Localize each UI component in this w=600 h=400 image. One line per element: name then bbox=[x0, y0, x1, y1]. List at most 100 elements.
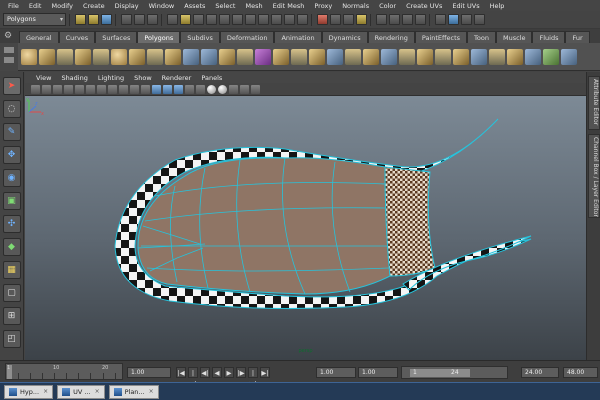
snap-grid-icon[interactable] bbox=[167, 14, 178, 25]
shadows-icon[interactable] bbox=[207, 84, 216, 94]
film-gate-icon[interactable] bbox=[86, 84, 95, 94]
append-polygon-icon[interactable] bbox=[309, 49, 325, 65]
menu-edit[interactable]: Edit bbox=[24, 2, 47, 10]
poke-faces-icon[interactable] bbox=[435, 49, 451, 65]
select-hierarchy-icon[interactable] bbox=[121, 14, 132, 25]
step-forward-key-button[interactable]: |▶| bbox=[248, 367, 258, 388]
live-surface-icon[interactable] bbox=[219, 14, 230, 25]
pick-deformers-icon[interactable] bbox=[297, 14, 308, 25]
boolean-icon[interactable] bbox=[255, 49, 271, 65]
panel-menu-panels[interactable]: Panels bbox=[196, 74, 227, 82]
pick-joints-icon[interactable] bbox=[258, 14, 269, 25]
show-attribute-editor-icon[interactable] bbox=[448, 14, 459, 25]
extract-icon[interactable] bbox=[219, 49, 235, 65]
pick-curves-icon[interactable] bbox=[271, 14, 282, 25]
max-end-field[interactable]: 48.00 bbox=[563, 367, 598, 378]
tab-subdivs[interactable]: Subdivs bbox=[180, 31, 220, 43]
tab-painteffects[interactable]: PaintEffects bbox=[414, 31, 468, 43]
gear-icon[interactable]: ⚙ bbox=[4, 31, 14, 41]
spherical-mapping-icon[interactable] bbox=[507, 49, 523, 65]
snap-point-icon[interactable] bbox=[193, 14, 204, 25]
bevel-icon[interactable] bbox=[399, 49, 415, 65]
camera-attributes-icon[interactable] bbox=[31, 84, 40, 94]
render-view-icon[interactable] bbox=[376, 14, 387, 25]
panel-menu-lighting[interactable]: Lighting bbox=[93, 74, 129, 82]
field-chart-icon[interactable] bbox=[119, 84, 128, 94]
manipulator-icon[interactable]: ✣ bbox=[2, 215, 21, 233]
go-to-start-button[interactable]: |◀ bbox=[176, 367, 186, 378]
menu-normals[interactable]: Normals bbox=[337, 2, 374, 10]
image-plane-icon[interactable] bbox=[64, 84, 73, 94]
go-to-end-button[interactable]: ▶| bbox=[260, 367, 270, 378]
layout-single-icon[interactable]: ▢ bbox=[2, 284, 21, 302]
range-slider-bar[interactable] bbox=[410, 369, 470, 377]
tab-fluids[interactable]: Fluids bbox=[532, 31, 566, 43]
play-forwards-button[interactable]: ▶ bbox=[224, 367, 234, 378]
duplicate-face-icon[interactable] bbox=[453, 49, 469, 65]
tab-muscle[interactable]: Muscle bbox=[495, 31, 533, 43]
panel-menu-renderer[interactable]: Renderer bbox=[157, 74, 197, 82]
pick-mask-icon[interactable] bbox=[232, 14, 243, 25]
wedge-faces-icon[interactable] bbox=[417, 49, 433, 65]
wireframe-icon[interactable] bbox=[152, 84, 161, 94]
lasso-icon[interactable]: ◌ bbox=[2, 100, 21, 118]
snap-view-plane-icon[interactable] bbox=[206, 14, 217, 25]
menu-modify[interactable]: Modify bbox=[46, 2, 78, 10]
uv-editor-window-task[interactable]: UV ... × bbox=[57, 384, 105, 399]
tab-general[interactable]: General bbox=[19, 31, 59, 43]
close-icon[interactable]: × bbox=[149, 385, 154, 399]
menu-create-uvs[interactable]: Create UVs bbox=[401, 2, 447, 10]
grid-icon[interactable] bbox=[75, 84, 84, 94]
close-icon[interactable]: × bbox=[95, 385, 100, 399]
poly-plane-icon[interactable] bbox=[93, 49, 109, 65]
menu-assets[interactable]: Assets bbox=[179, 2, 210, 10]
ipr-render-icon[interactable] bbox=[402, 14, 413, 25]
output-ops-icon[interactable] bbox=[343, 14, 354, 25]
paint-select-icon[interactable]: ✎ bbox=[2, 123, 21, 141]
merge-vertices-icon[interactable] bbox=[381, 49, 397, 65]
open-scene-icon[interactable] bbox=[88, 14, 99, 25]
resolution-gate-icon[interactable] bbox=[97, 84, 106, 94]
poly-cube-icon[interactable] bbox=[39, 49, 55, 65]
poly-prism-icon[interactable] bbox=[129, 49, 145, 65]
cylindrical-mapping-icon[interactable] bbox=[489, 49, 505, 65]
automatic-mapping-icon[interactable] bbox=[525, 49, 541, 65]
tab-surfaces[interactable]: Surfaces bbox=[95, 31, 138, 43]
input-ops-icon[interactable] bbox=[330, 14, 341, 25]
rotate-icon[interactable]: ◉ bbox=[2, 169, 21, 187]
move-icon[interactable]: ✥ bbox=[2, 146, 21, 164]
select-component-icon[interactable] bbox=[147, 14, 158, 25]
save-scene-icon[interactable] bbox=[101, 14, 112, 25]
menu-edit-mesh[interactable]: Edit Mesh bbox=[268, 2, 310, 10]
combine-icon[interactable] bbox=[183, 49, 199, 65]
playback-start-field[interactable]: 1.00 bbox=[358, 367, 398, 378]
poly-cone-icon[interactable] bbox=[75, 49, 91, 65]
tab-dynamics[interactable]: Dynamics bbox=[321, 31, 368, 43]
textured-icon[interactable] bbox=[185, 84, 194, 94]
menu-mesh[interactable]: Mesh bbox=[240, 2, 267, 10]
panel-menu-view[interactable]: View bbox=[31, 74, 56, 82]
current-time-field[interactable]: 1.00 bbox=[127, 367, 171, 378]
render-settings-icon[interactable] bbox=[415, 14, 426, 25]
menu-set-dropdown[interactable]: Polygons ▾ bbox=[3, 13, 66, 26]
layout-persp-icon[interactable]: ◰ bbox=[2, 330, 21, 348]
menu-file[interactable]: File bbox=[3, 2, 24, 10]
tab-toon[interactable]: Toon bbox=[467, 31, 496, 43]
ambient-occlusion-icon[interactable] bbox=[218, 84, 227, 94]
tab-curves[interactable]: Curves bbox=[58, 31, 96, 43]
select-arrow-icon[interactable]: ➤ bbox=[2, 77, 21, 95]
step-back-key-button[interactable]: |◀| bbox=[188, 367, 198, 388]
panel-menu-show[interactable]: Show bbox=[129, 74, 157, 82]
menu-display[interactable]: Display bbox=[110, 2, 144, 10]
menu-window[interactable]: Window bbox=[144, 2, 180, 10]
sculpt-geometry-icon[interactable] bbox=[561, 49, 577, 65]
separate-icon[interactable] bbox=[201, 49, 217, 65]
pick-handles-icon[interactable] bbox=[245, 14, 256, 25]
menu-create[interactable]: Create bbox=[78, 2, 110, 10]
tab-fur[interactable]: Fur bbox=[565, 31, 590, 43]
insert-edge-loop-icon[interactable] bbox=[345, 49, 361, 65]
poly-torus-icon[interactable] bbox=[111, 49, 127, 65]
poly-cylinder-icon[interactable] bbox=[57, 49, 73, 65]
close-icon[interactable]: × bbox=[43, 385, 48, 399]
show-channel-box-icon[interactable] bbox=[474, 14, 485, 25]
